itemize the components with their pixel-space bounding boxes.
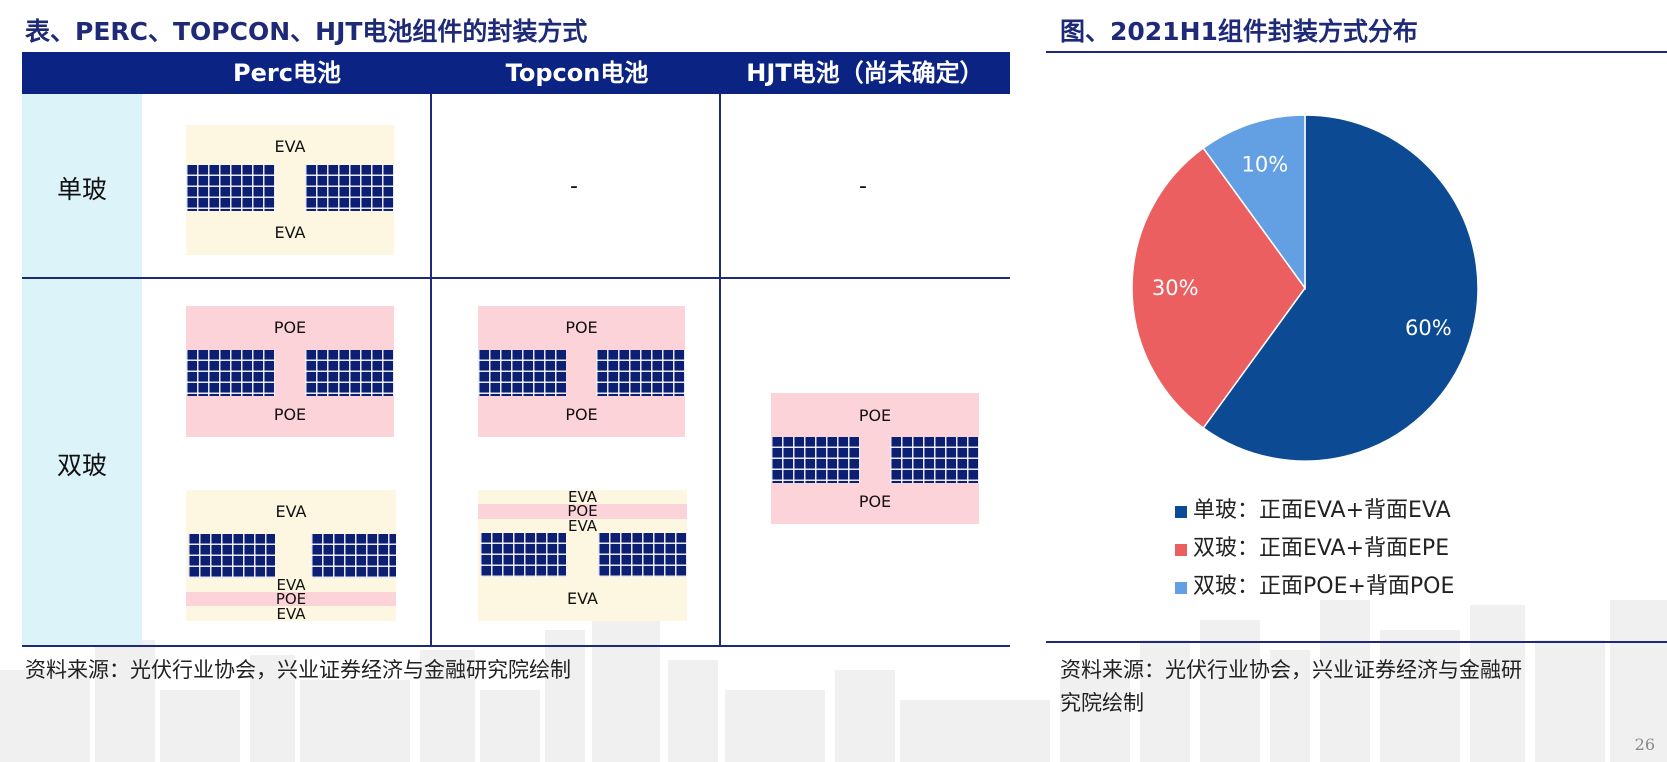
solar-cells-right xyxy=(311,534,396,578)
solar-cells-right xyxy=(305,165,394,211)
table-title: 表、PERC、TOPCON、HJT电池组件的封装方式 xyxy=(25,17,588,46)
legend-swatch xyxy=(1175,582,1187,594)
solar-cells-left xyxy=(188,534,275,578)
layer-label-poe: POE xyxy=(273,405,307,424)
perc-single-glass-module: EVA EVA xyxy=(186,125,394,255)
row-label-double-glass: 双玻 xyxy=(56,451,107,480)
row-divider xyxy=(22,277,1010,279)
pie-slice-label-0: 60% xyxy=(1405,316,1452,340)
column-divider xyxy=(430,94,432,646)
layer-label-eva: EVA xyxy=(275,502,307,521)
solar-cells-right xyxy=(598,533,687,577)
column-header-perc: Perc电池 xyxy=(233,59,341,87)
column-header-hjt: HJT电池（尚未确定） xyxy=(746,59,984,87)
column-header-topcon: Topcon电池 xyxy=(505,59,649,87)
layer-label-eva: EVA xyxy=(567,589,598,608)
chart-source-rule xyxy=(1046,641,1667,643)
chart-source-note-line2: 究院绘制 xyxy=(1060,691,1144,715)
chart-title-underline xyxy=(1046,51,1667,53)
row-label-single-glass: 单玻 xyxy=(56,175,107,204)
layer-label-eva: EVA xyxy=(274,223,306,242)
legend-label: 单玻：正面EVA+背面EVA xyxy=(1193,498,1451,523)
empty-cell-topcon-single: - xyxy=(570,174,578,199)
layer-label-poe: POE xyxy=(565,318,598,337)
chart-source-note-line1: 资料来源：光伏行业协会，兴业证券经济与金融研 xyxy=(1060,658,1522,682)
layer-label-eva: EVA xyxy=(276,605,306,623)
layer-label-eva: EVA xyxy=(274,137,306,156)
legend-item: 双玻：正面EVA+背面EPE xyxy=(1175,530,1454,568)
pie-slice-label-2: 10% xyxy=(1242,153,1289,177)
layer-label-eva: EVA xyxy=(567,517,598,535)
solar-cells-left xyxy=(480,533,566,577)
pie-chart: 60% 30% 10% xyxy=(1131,114,1479,462)
solar-cells-left xyxy=(771,437,860,483)
layer-label-poe: POE xyxy=(858,406,892,425)
empty-cell-hjt-single: - xyxy=(859,174,867,199)
layer-label-poe: POE xyxy=(273,318,307,337)
pie-slice-label-1: 30% xyxy=(1152,276,1199,300)
perc-double-glass-module-eva: EVA EVA POE EVA xyxy=(186,490,396,623)
hjt-double-glass-module: POE POE xyxy=(771,393,979,524)
legend-label: 双玻：正面POE+背面POE xyxy=(1193,574,1455,599)
table-header: Perc电池 Topcon电池 HJT电池（尚未确定） xyxy=(22,52,1010,94)
table-source-note: 资料来源：光伏行业协会，兴业证券经济与金融研究院绘制 xyxy=(25,658,571,682)
page-number: 26 xyxy=(1634,735,1655,754)
solar-cells-right xyxy=(890,437,979,483)
layer-label-poe: POE xyxy=(565,405,598,424)
column-divider xyxy=(719,94,721,646)
solar-cells-right xyxy=(305,350,394,396)
solar-cells-left xyxy=(186,165,275,211)
solar-cells-right xyxy=(596,350,685,396)
legend-label: 双玻：正面EVA+背面EPE xyxy=(1193,536,1450,561)
legend-item: 双玻：正面POE+背面POE xyxy=(1175,568,1454,606)
table-bottom-rule xyxy=(22,645,1010,647)
chart-title: 图、2021H1组件封装方式分布 xyxy=(1060,17,1418,46)
legend-swatch xyxy=(1175,506,1187,518)
legend-item: 单玻：正面EVA+背面EVA xyxy=(1175,492,1454,530)
solar-cells-left xyxy=(186,350,275,396)
legend-swatch xyxy=(1175,544,1187,556)
perc-double-glass-module-poe: POE POE xyxy=(186,306,394,437)
chart-legend: 单玻：正面EVA+背面EVA 双玻：正面EVA+背面EPE 双玻：正面POE+背… xyxy=(1175,492,1454,606)
solar-cells-left xyxy=(478,350,566,396)
layer-label-poe: POE xyxy=(858,492,892,511)
topcon-double-glass-module-eva: EVA POE EVA EVA xyxy=(478,490,687,621)
topcon-double-glass-module-poe: POE POE xyxy=(478,306,685,437)
